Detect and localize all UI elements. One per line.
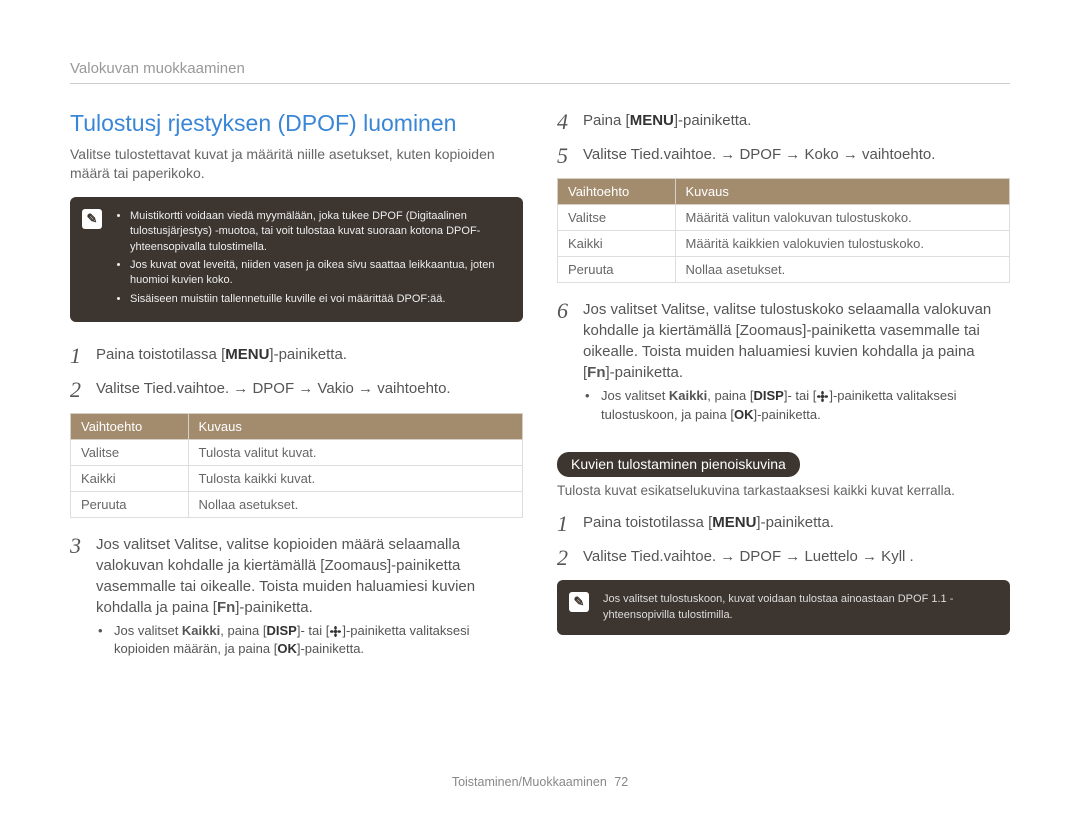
menu-label: MENU (225, 346, 269, 363)
table-row: PeruutaNollaa asetukset. (558, 257, 1010, 283)
step-2: 2 Valitse Tied.vaihtoe. → DPOF → Vakio →… (70, 378, 523, 402)
breadcrumb: Valokuvan muokkaaminen (70, 60, 1010, 77)
table-header: Vaihtoehto (71, 413, 189, 439)
subsection-pill: Kuvien tulostaminen pienoiskuvina (557, 452, 800, 477)
page-footer: Toistaminen/Muokkaaminen 72 (0, 775, 1080, 789)
table-header: Kuvaus (675, 179, 1009, 205)
right-column: 4 Paina [MENU]-painiketta. 5 Valitse Tie… (557, 110, 1010, 668)
note-box-1: ✎ Muistikortti voidaan viedä myymälään, … (70, 197, 523, 322)
page-number: 72 (614, 775, 628, 789)
menu-label: MENU (712, 514, 756, 531)
divider (70, 83, 1010, 84)
sub-bullet: • Jos valitset Kaikki, paina [DISP]- tai… (96, 622, 523, 658)
macro-icon (816, 390, 829, 403)
pstep-1: 1 Paina toistotilassa [MENU]-painiketta. (557, 512, 1010, 536)
note-icon: ✎ (569, 592, 589, 612)
footer-section: Toistaminen/Muokkaaminen (452, 775, 607, 789)
note-item: Sisäiseen muistiin tallennetuille kuvill… (130, 292, 507, 307)
step-5: 5 Valitse Tied.vaihtoe. → DPOF → Koko → … (557, 144, 1010, 168)
table-row: ValitseMääritä valitun valokuvan tulostu… (558, 205, 1010, 231)
ok-label: OK (734, 407, 754, 422)
ok-label: OK (277, 641, 297, 656)
table-row: ValitseTulosta valitut kuvat. (71, 439, 523, 465)
pstep-2: 2 Valitse Tied.vaihtoe. → DPOF → Luettel… (557, 546, 1010, 570)
left-column: Tulostusj rjestyksen (DPOF) luominen Val… (70, 110, 523, 668)
note-text: Jos valitset tulostuskoon, kuvat voidaan… (603, 592, 994, 623)
table-row: KaikkiMääritä kaikkien valokuvien tulost… (558, 231, 1010, 257)
fn-label: Fn (587, 364, 605, 381)
table-row: KaikkiTulosta kaikki kuvat. (71, 465, 523, 491)
intro-text: Valitse tulostettavat kuvat ja määritä n… (70, 145, 523, 183)
note-item: Muistikortti voidaan viedä myymälään, jo… (130, 209, 507, 255)
fn-label: Fn (217, 599, 235, 616)
step-1: 1 Paina toistotilassa [MENU]-painiketta. (70, 344, 523, 368)
options-table-2: Vaihtoehto Kuvaus ValitseMääritä valitun… (557, 178, 1010, 283)
step-6: 6 Jos valitset Valitse, valitse tulostus… (557, 299, 1010, 423)
note-icon: ✎ (82, 209, 102, 229)
note-box-2: ✎ Jos valitset tulostuskoon, kuvat voida… (557, 580, 1010, 635)
menu-label: MENU (630, 112, 674, 129)
table-header: Kuvaus (188, 413, 522, 439)
note-item: Jos kuvat ovat leveitä, niiden vasen ja … (130, 258, 507, 289)
table-header: Vaihtoehto (558, 179, 676, 205)
sub-bullet: • Jos valitset Kaikki, paina [DISP]- tai… (583, 387, 1010, 423)
step-3: 3 Jos valitset Valitse, valitse kopioide… (70, 534, 523, 658)
macro-icon (329, 625, 342, 638)
section-title: Tulostusj rjestyksen (DPOF) luominen (70, 110, 523, 137)
table-row: PeruutaNollaa asetukset. (71, 491, 523, 517)
disp-label: DISP (754, 388, 784, 403)
disp-label: DISP (267, 623, 297, 638)
subsection-desc: Tulosta kuvat esikatselukuvina tarkastaa… (557, 483, 1010, 498)
step-4: 4 Paina [MENU]-painiketta. (557, 110, 1010, 134)
options-table-1: Vaihtoehto Kuvaus ValitseTulosta valitut… (70, 413, 523, 518)
